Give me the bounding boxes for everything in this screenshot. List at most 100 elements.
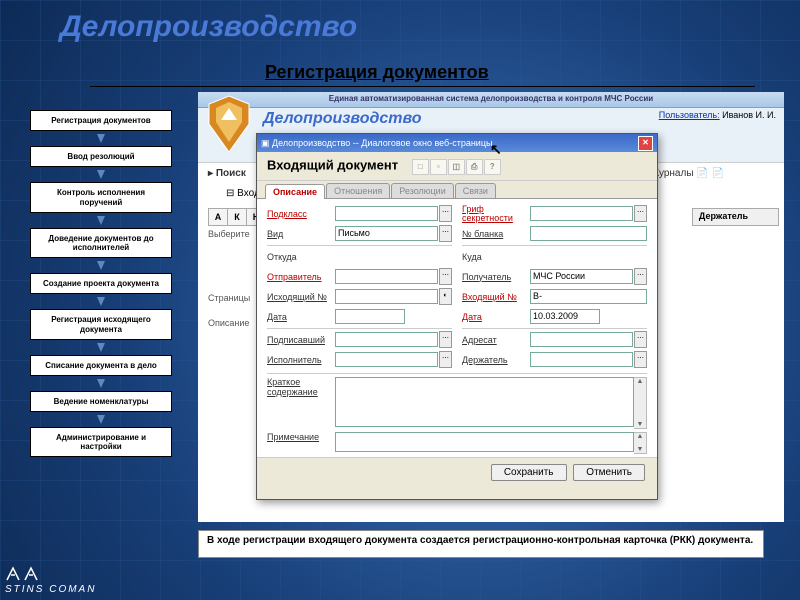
lbl-kratk: Краткое содержание	[267, 377, 335, 429]
footer-logo: STINS COMAN	[5, 566, 96, 595]
vyberite: Выберите	[208, 229, 250, 239]
lookup-icon[interactable]: ⋯	[634, 331, 647, 348]
lbl-data-l: Дата	[267, 312, 335, 322]
lbl-podpis: Подписавший	[267, 335, 335, 345]
table-header-col: Держатель	[692, 208, 779, 226]
add-icon[interactable]: ◐	[439, 288, 452, 305]
step-btn[interactable]: Ввод резолюций	[30, 146, 172, 167]
lbl-podklass: Подкласс	[267, 209, 335, 219]
step-btn[interactable]: Контроль исполнения поручений	[30, 182, 172, 212]
arrow-down-icon	[97, 379, 105, 388]
dialog-titlebar[interactable]: ▣ Делопроизводство -- Диалоговое окно ве…	[257, 134, 657, 152]
step-btn[interactable]: Администрирование и настройки	[30, 427, 172, 457]
lbl-otkuda: Откуда	[267, 252, 335, 262]
lbl-otprav: Отправитель	[267, 272, 335, 282]
slide-subtitle: Регистрация документов	[265, 62, 489, 83]
inp-vhno[interactable]: В-	[530, 289, 647, 304]
tab-links[interactable]: Связи	[455, 183, 496, 198]
arrow-down-icon	[97, 216, 105, 225]
inp-adresat[interactable]	[530, 332, 633, 347]
inp-ishno[interactable]	[335, 289, 438, 304]
step-btn[interactable]: Регистрация документов	[30, 110, 172, 131]
step-btn[interactable]: Регистрация исходящего документа	[30, 309, 172, 339]
inp-data-r[interactable]: 10.03.2009	[530, 309, 600, 324]
vhod: ⊟ Вход	[226, 188, 260, 199]
slide-title: Делопроизводство	[60, 10, 357, 44]
emblem-icon	[204, 94, 254, 154]
journals-label: Журналы 📄 📄	[650, 168, 724, 179]
lookup-icon[interactable]: ⋯	[439, 331, 452, 348]
lookup-icon[interactable]: ⋯	[634, 205, 647, 222]
cancel-button[interactable]: Отменить	[573, 464, 645, 481]
window-icon: ▣	[261, 138, 270, 149]
opis-label: Описание	[208, 318, 249, 328]
lookup-icon[interactable]: ⋯	[634, 268, 647, 285]
inp-blank[interactable]	[530, 226, 647, 241]
arrow-down-icon	[97, 134, 105, 143]
dialog: ▣ Делопроизводство -- Диалоговое окно ве…	[256, 133, 658, 500]
cursor-icon: ↖	[490, 141, 502, 158]
toolbar-help-icon[interactable]: ?	[484, 159, 501, 175]
lbl-ispoln: Исполнитель	[267, 355, 335, 365]
divider	[90, 86, 755, 87]
tab-description[interactable]: Описание	[265, 184, 325, 199]
caption: В ходе регистрации входящего документа с…	[198, 530, 764, 558]
tab-relations[interactable]: Отношения	[326, 183, 390, 198]
process-sidebar: Регистрация документов Ввод резолюций Ко…	[30, 110, 172, 460]
close-icon[interactable]: ✕	[638, 136, 653, 151]
inp-otprav[interactable]	[335, 269, 438, 284]
step-btn[interactable]: Доведение документов до исполнителей	[30, 228, 172, 258]
search-header: ▸ Поиск	[208, 168, 246, 179]
inp-grif[interactable]	[530, 206, 633, 221]
lbl-grif: Гриф секретности	[462, 205, 530, 223]
toolbar-save-icon[interactable]: ▫	[430, 159, 447, 175]
lookup-icon[interactable]: ⋯	[634, 351, 647, 368]
ta-kratk[interactable]	[335, 377, 634, 427]
pages-label: Страницы	[208, 293, 250, 303]
save-button[interactable]: Сохранить	[491, 464, 567, 481]
lbl-derzh: Держатель	[462, 355, 530, 365]
arrow-down-icon	[97, 261, 105, 270]
inp-derzh[interactable]	[530, 352, 633, 367]
ta-prim[interactable]	[335, 432, 634, 452]
lbl-data-r: Дата	[462, 312, 530, 322]
inp-data-l[interactable]	[335, 309, 405, 324]
arrow-down-icon	[97, 343, 105, 352]
app-logo-text: Делопроизводство	[263, 110, 422, 128]
lbl-vid: Вид	[267, 229, 335, 239]
user-info: Пользователь: Иванов И. И.	[659, 110, 776, 120]
lbl-poluch: Получатель	[462, 272, 530, 282]
tabs: Описание Отношения Резолюции Связи	[257, 181, 657, 199]
inp-ispoln[interactable]	[335, 352, 438, 367]
lookup-icon[interactable]: ⋯	[439, 225, 452, 242]
inp-podklass[interactable]	[335, 206, 438, 221]
step-btn[interactable]: Списание документа в дело	[30, 355, 172, 376]
arrow-down-icon	[97, 170, 105, 179]
inp-vid[interactable]: Письмо	[335, 226, 438, 241]
step-btn[interactable]: Создание проекта документа	[30, 273, 172, 294]
arrow-down-icon	[97, 297, 105, 306]
toolbar-print-icon[interactable]: ⎙	[466, 159, 483, 175]
lookup-icon[interactable]: ⋯	[439, 351, 452, 368]
lbl-vhno: Входящий №	[462, 292, 530, 302]
user-label[interactable]: Пользователь:	[659, 110, 720, 120]
lbl-kuda: Куда	[462, 252, 530, 262]
step-btn[interactable]: Ведение номенклатуры	[30, 391, 172, 412]
lbl-adresat: Адресат	[462, 335, 530, 345]
toolbar-new-icon[interactable]: □	[412, 159, 429, 175]
tab-resolutions[interactable]: Резолюции	[391, 183, 453, 198]
lookup-icon[interactable]: ⋯	[439, 205, 452, 222]
toolbar: □▫◫⎙?	[412, 157, 502, 175]
lbl-ishno: Исходящий №	[267, 292, 335, 302]
lookup-icon[interactable]: ⋯	[439, 268, 452, 285]
inp-poluch[interactable]: МЧС России	[530, 269, 633, 284]
lbl-prim: Примечание	[267, 432, 335, 452]
lbl-blank: № бланка	[462, 229, 530, 239]
dialog-header: Входящий документ □▫◫⎙? ↖	[257, 152, 657, 181]
toolbar-copy-icon[interactable]: ◫	[448, 159, 465, 175]
app-header: Единая автоматизированная система делопр…	[198, 92, 784, 108]
scrollbar[interactable]: ▲▼	[634, 377, 647, 429]
inp-podpis[interactable]	[335, 332, 438, 347]
scrollbar[interactable]: ▲▼	[634, 432, 647, 454]
arrow-down-icon	[97, 415, 105, 424]
